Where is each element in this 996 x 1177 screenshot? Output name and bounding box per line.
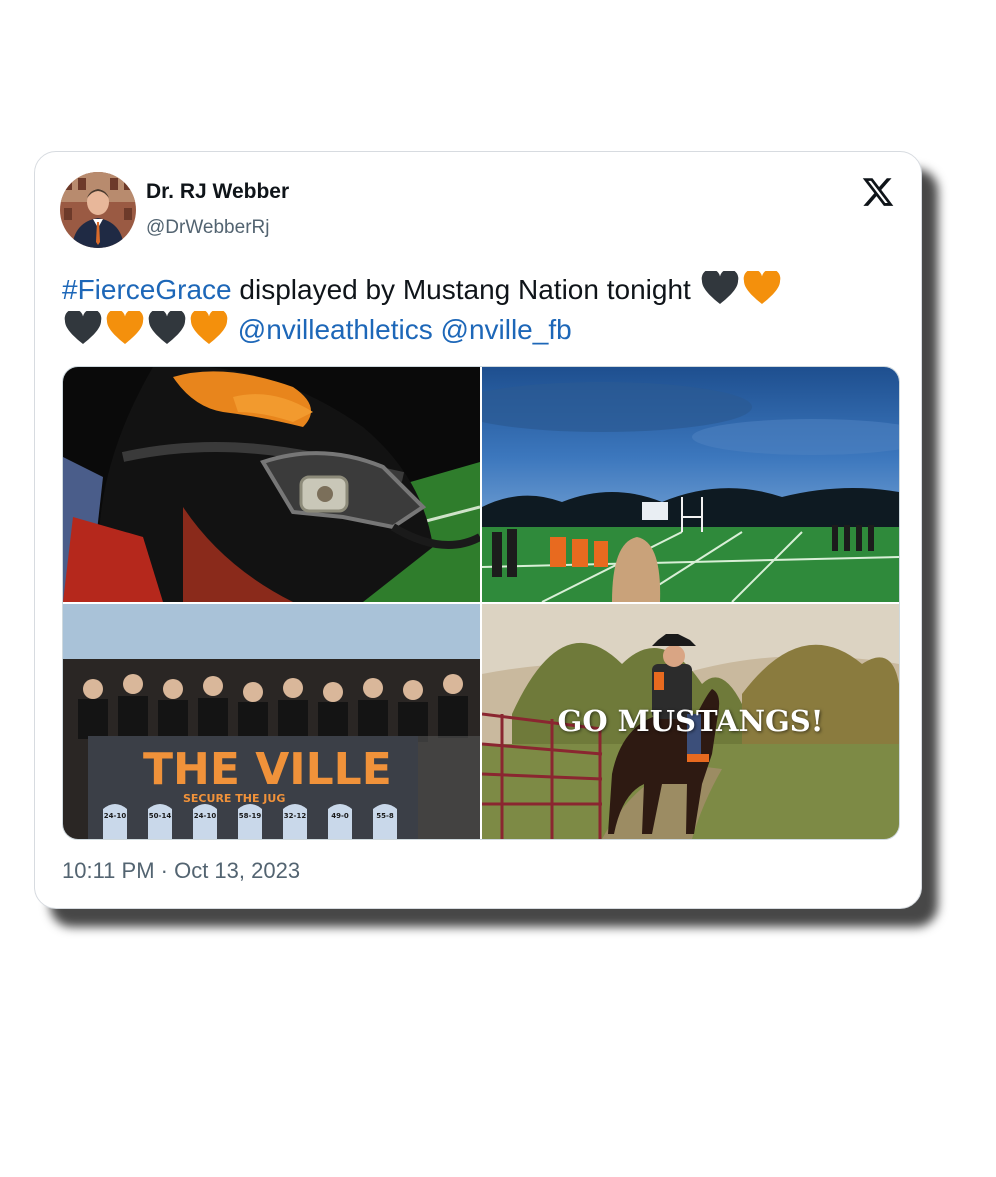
banner-score: 32-12	[284, 812, 307, 820]
photo-helmet[interactable]	[63, 367, 480, 602]
banner-score: 49-0	[331, 812, 349, 820]
orange-heart-icon	[743, 271, 780, 304]
hashtag-link[interactable]: #FierceGrace	[62, 274, 232, 305]
author-name[interactable]: Dr. RJ Webber	[146, 180, 289, 204]
go-mustangs-overlay: GO MUSTANGS!	[557, 704, 824, 738]
tweet-timestamp[interactable]: 10:11 PM · Oct 13, 2023	[62, 858, 300, 884]
media-grid: THE VILLE SECURE THE JUG 24-10 50-14 24-10…	[62, 366, 900, 840]
mention-link[interactable]: @nville_fb	[441, 314, 572, 345]
author-handle[interactable]: @DrWebberRj	[146, 217, 269, 239]
black-heart-icon	[64, 311, 102, 344]
banner-subtitle: SECURE THE JUG	[183, 792, 285, 805]
photo-stadium[interactable]	[482, 367, 899, 602]
tweet-text: #FierceGrace displayed by Mustang Nation…	[62, 270, 902, 350]
banner-score: 55-8	[376, 812, 394, 820]
orange-heart-icon	[190, 311, 228, 344]
orange-heart-icon	[106, 311, 144, 344]
tweet-card[interactable]: Dr. RJ Webber @DrWebberRj #FierceGrace d…	[34, 151, 922, 909]
black-heart-icon	[701, 271, 738, 304]
mention-link[interactable]: @nvilleathletics	[238, 314, 433, 345]
banner-score: 58-19	[239, 812, 262, 820]
black-heart-icon	[148, 311, 186, 344]
photo-student-section[interactable]: THE VILLE SECURE THE JUG 24-10 50-14 24-10…	[63, 604, 480, 839]
avatar[interactable]	[60, 172, 136, 248]
banner-score: 24-10	[194, 812, 217, 820]
photo-horse-rider[interactable]: GO MUSTANGS!	[482, 604, 899, 839]
banner-title: THE VILLE	[143, 744, 392, 795]
x-logo-icon[interactable]	[861, 175, 895, 209]
tweet-body: displayed by Mustang Nation tonight	[231, 274, 699, 305]
banner-score: 50-14	[149, 812, 172, 820]
banner-score: 24-10	[104, 812, 127, 820]
